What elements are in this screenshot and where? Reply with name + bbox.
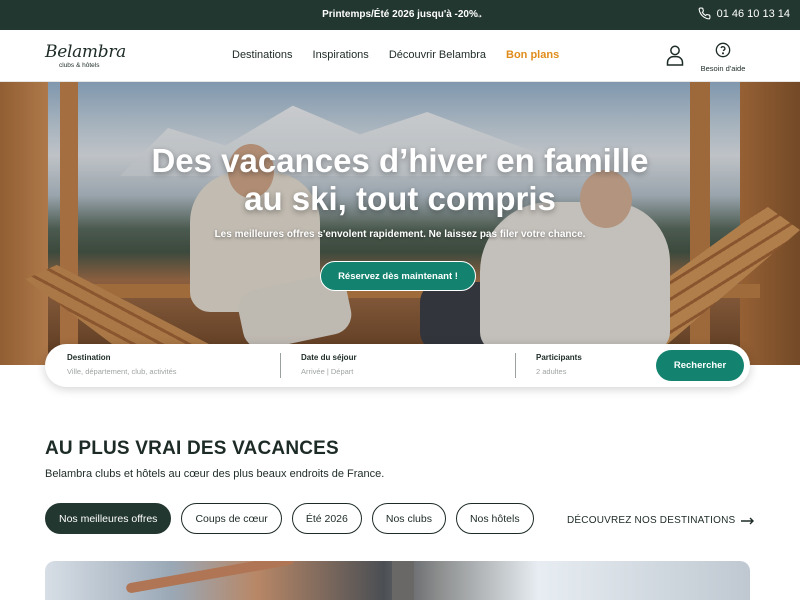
dates-input[interactable]: Arrivée | Départ [301, 367, 357, 376]
discover-label[interactable]: DÉCOUVREZ NOS DESTINATIONS [567, 515, 735, 526]
phone-contact[interactable]: 01 46 10 13 14 [698, 7, 790, 20]
dates-field[interactable]: Date du séjour Arrivée | Départ [301, 353, 357, 376]
filter-favorites[interactable]: Coups de cœur [181, 503, 282, 534]
section-description: Belambra clubs et hôtels au cœur des plu… [45, 468, 385, 480]
question-circle-icon [715, 42, 731, 58]
help-label: Besoin d'aide [700, 64, 746, 73]
nav-bon-plans[interactable]: Bon plans [506, 49, 559, 61]
participants-field[interactable]: Participants 2 adultes [536, 353, 582, 376]
hero-banner: Des vacances d’hiver en famille au ski, … [0, 82, 800, 365]
dates-label: Date du séjour [301, 353, 357, 362]
site-header: Belambra clubs & hôtels Destinations Ins… [0, 30, 800, 82]
destination-field[interactable]: Destination Ville, département, club, ac… [67, 353, 177, 376]
main-nav: Destinations Inspirations Découvrir Bela… [232, 49, 559, 61]
arrow-right-icon[interactable]: → [472, 7, 484, 21]
filter-summer-2026[interactable]: Été 2026 [291, 503, 362, 534]
book-now-button[interactable]: Réservez dès maintenant ! [320, 261, 476, 291]
filter-clubs[interactable]: Nos clubs [371, 503, 446, 534]
nav-destinations[interactable]: Destinations [232, 49, 293, 61]
arrow-right-icon [741, 517, 755, 524]
discover-destinations-link[interactable]: DÉCOUVREZ NOS DESTINATIONS [567, 515, 755, 526]
logo[interactable]: Belambra clubs & hôtels [45, 42, 126, 72]
filter-best-offers[interactable]: Nos meilleures offres [45, 503, 172, 534]
phone-number[interactable]: 01 46 10 13 14 [717, 8, 790, 20]
nav-discover-belambra[interactable]: Découvrir Belambra [389, 49, 486, 61]
divider [280, 353, 281, 378]
hero-subtitle: Les meilleures offres s'envolent rapidem… [214, 229, 586, 240]
divider [515, 353, 516, 378]
promo-text[interactable]: Printemps/Été 2026 jusqu'à -20% [0, 9, 800, 20]
nav-inspirations[interactable]: Inspirations [313, 49, 369, 61]
help-button[interactable]: Besoin d'aide [696, 42, 750, 73]
destination-label: Destination [67, 353, 111, 362]
destination-input[interactable]: Ville, département, club, activités [67, 367, 177, 376]
user-icon[interactable] [665, 44, 685, 66]
destination-card-image[interactable] [45, 561, 750, 600]
image-detail [125, 561, 295, 594]
participants-label: Participants [536, 353, 582, 362]
filter-hotels[interactable]: Nos hôtels [455, 503, 534, 534]
participants-input[interactable]: 2 adultes [536, 367, 582, 376]
hero-title-line: au ski, tout compris [244, 180, 556, 217]
section-title: AU PLUS VRAI DES VACANCES [45, 438, 339, 459]
search-bar: Destination Ville, département, club, ac… [45, 344, 750, 387]
search-button[interactable]: Rechercher [656, 350, 744, 381]
filter-pills: Nos meilleures offres Coups de cœur Été … [45, 503, 534, 534]
image-detail [392, 561, 414, 600]
logo-tagline: clubs & hôtels [59, 62, 100, 69]
promo-bar[interactable]: Printemps/Été 2026 jusqu'à -20% → 01 46 … [0, 0, 800, 30]
hero-overlay [0, 82, 800, 365]
hero-title-line: Des vacances d’hiver en famille [151, 142, 649, 179]
phone-icon [698, 7, 711, 20]
logo-wordmark: Belambra [45, 42, 126, 62]
hero-title: Des vacances d’hiver en famille au ski, … [0, 142, 800, 218]
